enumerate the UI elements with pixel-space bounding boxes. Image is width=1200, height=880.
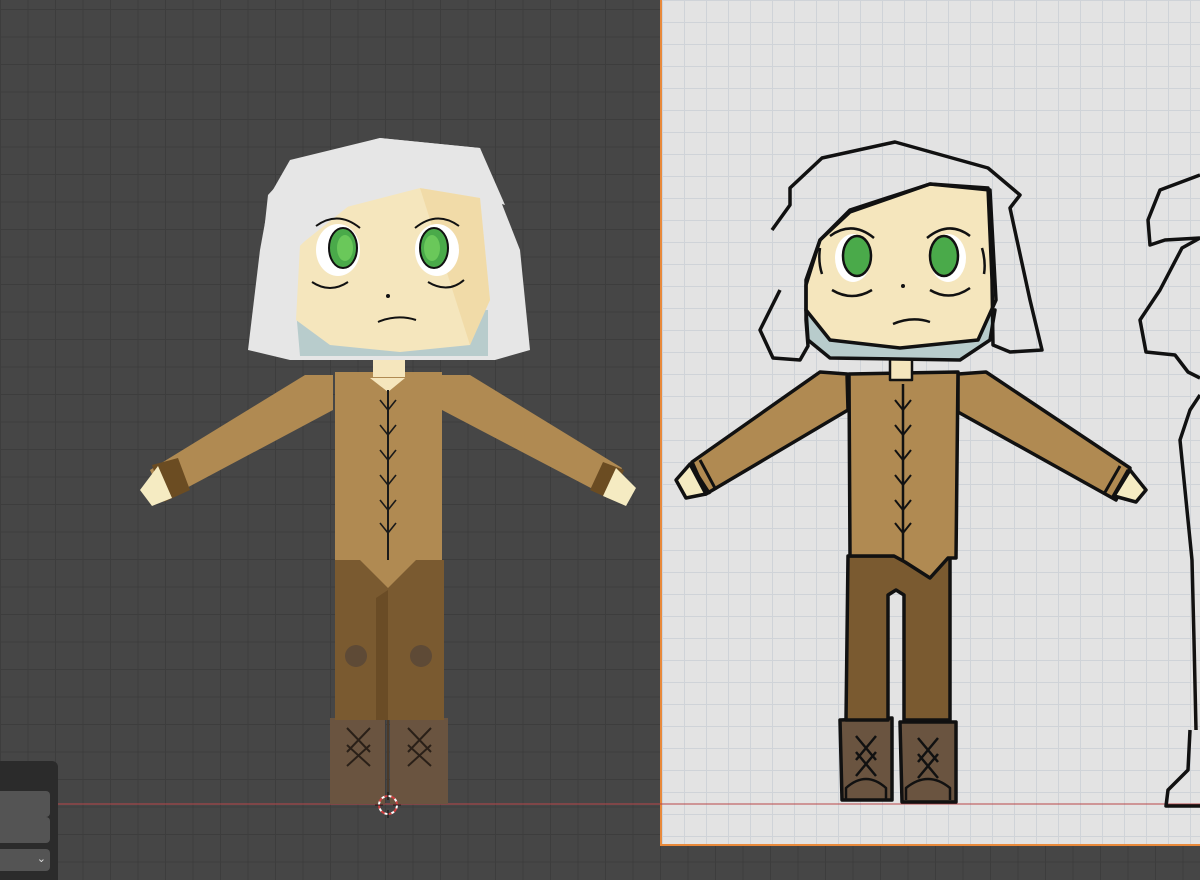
operator-panel[interactable]: ⌄ xyxy=(0,761,58,880)
arm-right xyxy=(442,375,622,497)
boot-left xyxy=(330,718,385,804)
panel-field[interactable] xyxy=(0,817,50,843)
panel-dropdown[interactable]: ⌄ xyxy=(0,849,50,871)
reference-side-view xyxy=(1138,173,1200,808)
panel-field[interactable] xyxy=(0,791,50,817)
chevron-down-icon: ⌄ xyxy=(36,852,46,865)
reference-front-view xyxy=(674,140,1148,804)
character-model[interactable] xyxy=(140,138,636,804)
knee-patch-right xyxy=(410,645,432,667)
scene-canvas xyxy=(0,138,1200,818)
knee-patch-left xyxy=(345,645,367,667)
boot-right xyxy=(390,718,448,804)
